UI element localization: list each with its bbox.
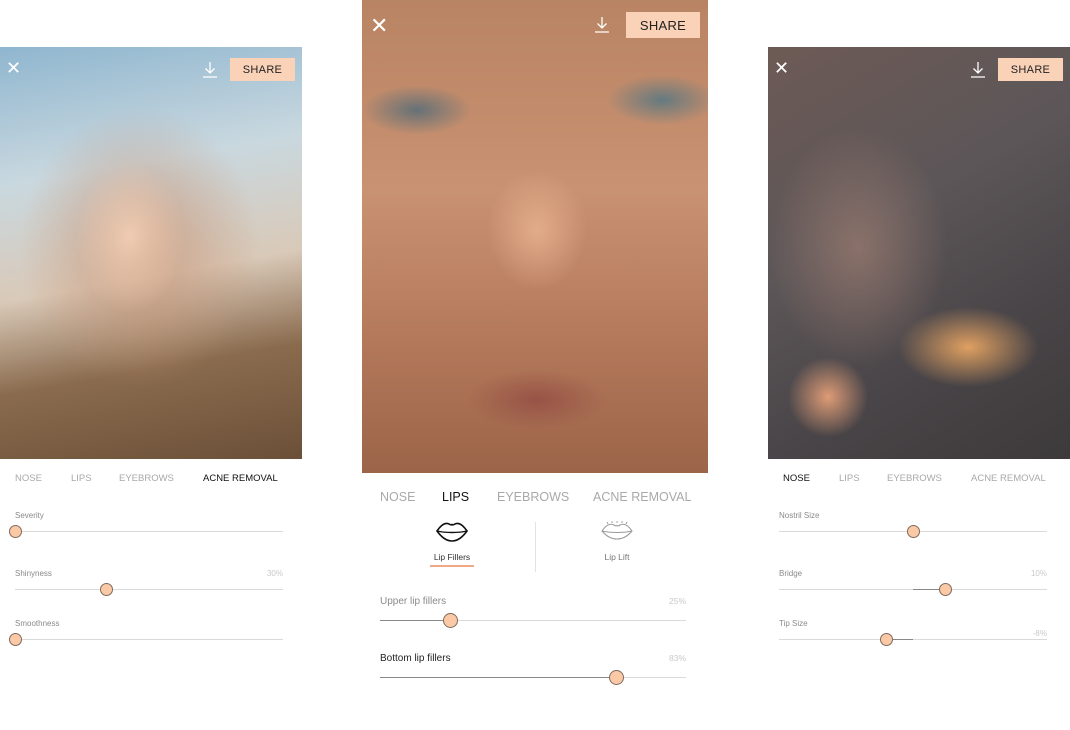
smoothness-slider[interactable]: Smoothness	[9, 619, 283, 659]
slider-value: 10%	[1030, 569, 1047, 578]
editor-panel-left: ✕ SHARE NOSE LIPS EYEBROWS ACNE REMOVAL …	[0, 47, 302, 707]
slider-track[interactable]	[15, 531, 283, 532]
lip-lift-option[interactable]: Lip Lift	[557, 520, 677, 565]
editor-panel-center: ✕ SHARE NOSE LIPS EYEBROWS ACNE REMOVAL …	[362, 0, 708, 720]
slider-label: Smoothness	[15, 619, 60, 628]
tab-lips[interactable]: LIPS	[839, 473, 887, 484]
slider-label: Upper lip fillers	[380, 596, 447, 607]
tab-acne-removal[interactable]: ACNE REMOVAL	[593, 490, 691, 504]
close-icon[interactable]: ✕	[6, 60, 21, 78]
lips-filled-icon	[436, 522, 468, 542]
portrait-photo	[362, 0, 708, 473]
option-label: Lip Lift	[604, 552, 630, 562]
tab-nose[interactable]: NOSE	[15, 473, 71, 484]
slider-thumb[interactable]	[880, 633, 894, 646]
feature-tabs: NOSE LIPS EYEBROWS ACNE REMOVAL	[15, 473, 278, 484]
tab-lips[interactable]: LIPS	[442, 490, 497, 504]
slider-thumb[interactable]	[443, 613, 459, 628]
tab-nose[interactable]: NOSE	[380, 490, 442, 504]
download-icon[interactable]	[202, 61, 218, 79]
slider-label: Bridge	[779, 569, 803, 578]
slider-thumb[interactable]	[907, 525, 920, 538]
severity-slider[interactable]: Severity	[9, 511, 283, 551]
slider-label: Tip Size	[779, 619, 808, 628]
lip-options: Lip Fillers Lip Lift	[362, 520, 708, 580]
slider-track[interactable]	[15, 639, 283, 640]
close-icon[interactable]: ✕	[370, 16, 388, 38]
slider-track[interactable]	[15, 589, 283, 590]
slider-value: 83%	[668, 653, 686, 663]
editor-panel-right: ✕ SHARE NOSE LIPS EYEBROWS ACNE REMOVAL …	[768, 47, 1070, 707]
slider-thumb[interactable]	[608, 670, 624, 685]
tip-size-slider[interactable]: Tip Size -8%	[779, 619, 1047, 659]
nostril-size-slider[interactable]: Nostril Size	[779, 511, 1047, 551]
lip-fillers-option[interactable]: Lip Fillers	[392, 520, 512, 567]
slider-label: Bottom lip fillers	[380, 653, 451, 664]
tab-acne-removal[interactable]: ACNE REMOVAL	[971, 473, 1046, 484]
tab-nose[interactable]: NOSE	[783, 473, 839, 484]
download-icon[interactable]	[594, 16, 610, 34]
slider-track[interactable]	[779, 639, 1047, 640]
upper-lip-fillers-slider[interactable]: Upper lip fillers 25%	[380, 596, 686, 636]
slider-fill	[380, 677, 616, 678]
slider-thumb[interactable]	[9, 525, 22, 538]
slider-value: -8%	[1032, 629, 1047, 638]
feature-tabs: NOSE LIPS EYEBROWS ACNE REMOVAL	[783, 473, 1046, 484]
tab-lips[interactable]: LIPS	[71, 473, 119, 484]
slider-thumb[interactable]	[939, 583, 953, 596]
lips-outline-icon	[601, 521, 633, 540]
close-icon[interactable]: ✕	[774, 60, 789, 78]
bridge-slider[interactable]: Bridge 10%	[779, 569, 1047, 609]
download-icon[interactable]	[970, 61, 986, 79]
tab-eyebrows[interactable]: EYEBROWS	[119, 473, 203, 484]
slider-thumb[interactable]	[100, 583, 114, 596]
slider-label: Nostril Size	[779, 511, 820, 520]
option-label: Lip Fillers	[429, 552, 475, 567]
slider-value: 25%	[668, 596, 686, 606]
slider-label: Severity	[15, 511, 44, 520]
tab-eyebrows[interactable]: EYEBROWS	[887, 473, 971, 484]
tab-acne-removal[interactable]: ACNE REMOVAL	[203, 473, 278, 484]
shinyness-slider[interactable]: Shinyness 30%	[15, 569, 283, 609]
slider-thumb[interactable]	[9, 633, 22, 646]
slider-fill	[380, 620, 451, 621]
share-button[interactable]: SHARE	[230, 58, 295, 81]
feature-tabs: NOSE LIPS EYEBROWS ACNE REMOVAL	[380, 490, 691, 504]
tab-eyebrows[interactable]: EYEBROWS	[497, 490, 593, 504]
portrait-photo	[768, 47, 1070, 459]
slider-value: 30%	[266, 569, 283, 578]
share-button[interactable]: SHARE	[626, 12, 700, 38]
bottom-lip-fillers-slider[interactable]: Bottom lip fillers 83%	[380, 653, 686, 693]
portrait-photo	[0, 47, 302, 459]
divider	[535, 522, 536, 572]
share-button[interactable]: SHARE	[998, 58, 1063, 81]
slider-label: Shinyness	[15, 569, 52, 578]
